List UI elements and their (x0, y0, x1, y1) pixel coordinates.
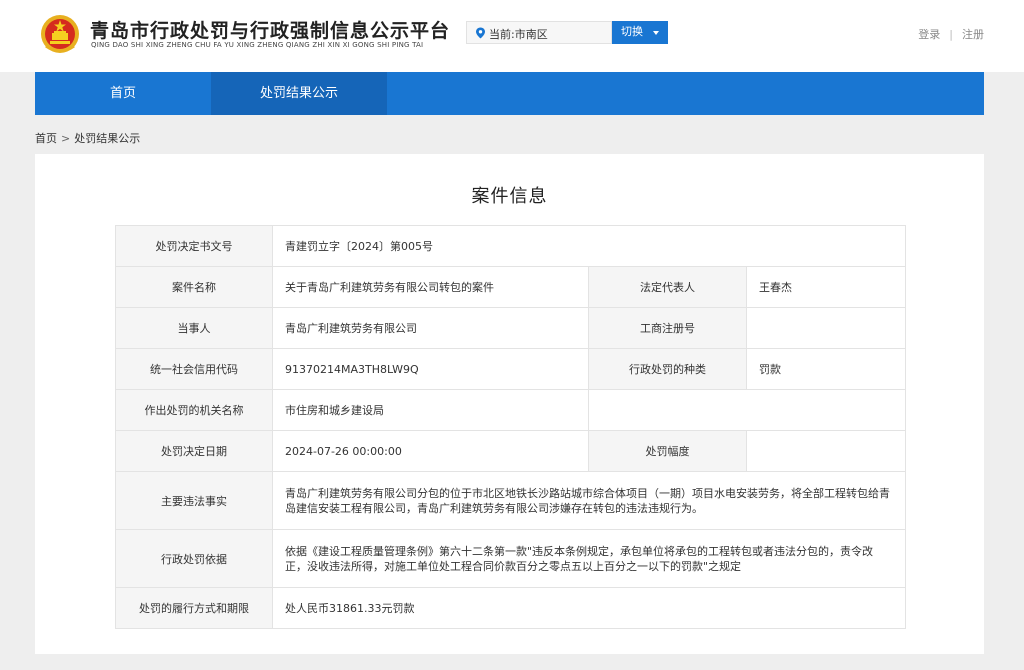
top-header: 青岛市行政处罚与行政强制信息公示平台 QING DAO SHI XING ZHE… (0, 0, 1024, 72)
register-link[interactable]: 注册 (962, 26, 984, 42)
legal-rep-value: 王春杰 (745, 266, 907, 308)
penalty-type-value: 罚款 (745, 348, 907, 390)
table-row: 处罚的履行方式和期限 处人民币31861.33元罚款 (115, 587, 907, 629)
reg-no-value (745, 307, 907, 349)
page-title: 案件信息 (471, 186, 548, 207)
breadcrumb-current: 处罚结果公示 (74, 132, 141, 145)
table-row: 处罚决定日期 2024-07-26 00:00:00 处罚幅度 (115, 430, 907, 472)
site-title: 青岛市行政处罚与行政强制信息公示平台 (90, 20, 451, 42)
case-name-value: 关于青岛广利建筑劳务有限公司转包的案件 (272, 266, 589, 308)
login-link[interactable]: 登录 (918, 26, 940, 42)
table-row: 当事人 青岛广利建筑劳务有限公司 工商注册号 (115, 307, 907, 349)
table-row: 作出处罚的机关名称 市住房和城乡建设局 (115, 389, 907, 431)
party-label: 当事人 (115, 307, 273, 349)
table-row: 统一社会信用代码 91370214MA3TH8LW9Q 行政处罚的种类 罚款 (115, 348, 907, 390)
auth-divider: | (949, 28, 953, 41)
party-value: 青岛广利建筑劳务有限公司 (272, 307, 589, 349)
auth-links: 登录 | 注册 (918, 26, 984, 42)
legal-rep-label: 法定代表人 (588, 266, 747, 308)
decision-no-value: 青建罚立字〔2024〕第005号 (271, 225, 907, 267)
table-row: 处罚决定书文号 青建罚立字〔2024〕第005号 (115, 225, 907, 267)
penalty-range-value (745, 430, 907, 472)
breadcrumb: 首页 > 处罚结果公示 (35, 130, 140, 146)
case-name-label: 案件名称 (115, 266, 273, 308)
case-panel: 案件信息 处罚决定书文号 青建罚立字〔2024〕第005号 案件名称 关于青岛广… (35, 154, 984, 654)
table-row: 行政处罚依据 依据《建设工程质量管理条例》第六十二条第一款"违反本条例规定，承包… (115, 529, 907, 588)
nav-item-penalty-results[interactable]: 处罚结果公示 (211, 72, 387, 115)
site-pinyin-subtitle: QING DAO SHI XING ZHENG CHU FA YU XING Z… (91, 41, 424, 49)
location-pin-icon (476, 27, 485, 39)
current-region-text: 当前:市南区 (489, 28, 548, 41)
switch-region-label: 切换 (621, 26, 643, 38)
reg-no-label: 工商注册号 (588, 307, 747, 349)
decision-no-label: 处罚决定书文号 (115, 225, 273, 267)
case-info-table: 处罚决定书文号 青建罚立字〔2024〕第005号 案件名称 关于青岛广利建筑劳务… (115, 225, 907, 629)
empty-cell (587, 389, 907, 431)
decision-date-value: 2024-07-26 00:00:00 (272, 430, 589, 472)
region-selector: 当前:市南区 (466, 21, 612, 44)
credit-code-value: 91370214MA3TH8LW9Q (272, 348, 589, 390)
basis-value: 依据《建设工程质量管理条例》第六十二条第一款"违反本条例规定，承包单位将承包的工… (271, 529, 907, 588)
facts-value: 青岛广利建筑劳务有限公司分包的位于市北区地铁长沙路站城市综合体项目（一期）项目水… (271, 471, 907, 530)
breadcrumb-home-link[interactable]: 首页 (35, 132, 57, 145)
basis-label: 行政处罚依据 (115, 529, 273, 588)
table-row: 主要违法事实 青岛广利建筑劳务有限公司分包的位于市北区地铁长沙路站城市综合体项目… (115, 471, 907, 530)
switch-region-button[interactable]: 切换 (612, 21, 668, 44)
facts-label: 主要违法事实 (115, 471, 273, 530)
main-nav: 首页 处罚结果公示 (35, 72, 984, 115)
decision-date-label: 处罚决定日期 (115, 430, 273, 472)
penalty-range-label: 处罚幅度 (588, 430, 747, 472)
performance-label: 处罚的履行方式和期限 (115, 587, 273, 629)
national-emblem-icon (41, 15, 79, 53)
nav-item-home[interactable]: 首页 (35, 72, 211, 115)
performance-value: 处人民币31861.33元罚款 (271, 587, 907, 629)
credit-code-label: 统一社会信用代码 (115, 348, 273, 390)
authority-label: 作出处罚的机关名称 (115, 389, 273, 431)
breadcrumb-separator: > (61, 132, 71, 145)
chevron-down-icon (653, 31, 659, 35)
penalty-type-label: 行政处罚的种类 (588, 348, 747, 390)
authority-value: 市住房和城乡建设局 (272, 389, 589, 431)
table-row: 案件名称 关于青岛广利建筑劳务有限公司转包的案件 法定代表人 王春杰 (115, 266, 907, 308)
